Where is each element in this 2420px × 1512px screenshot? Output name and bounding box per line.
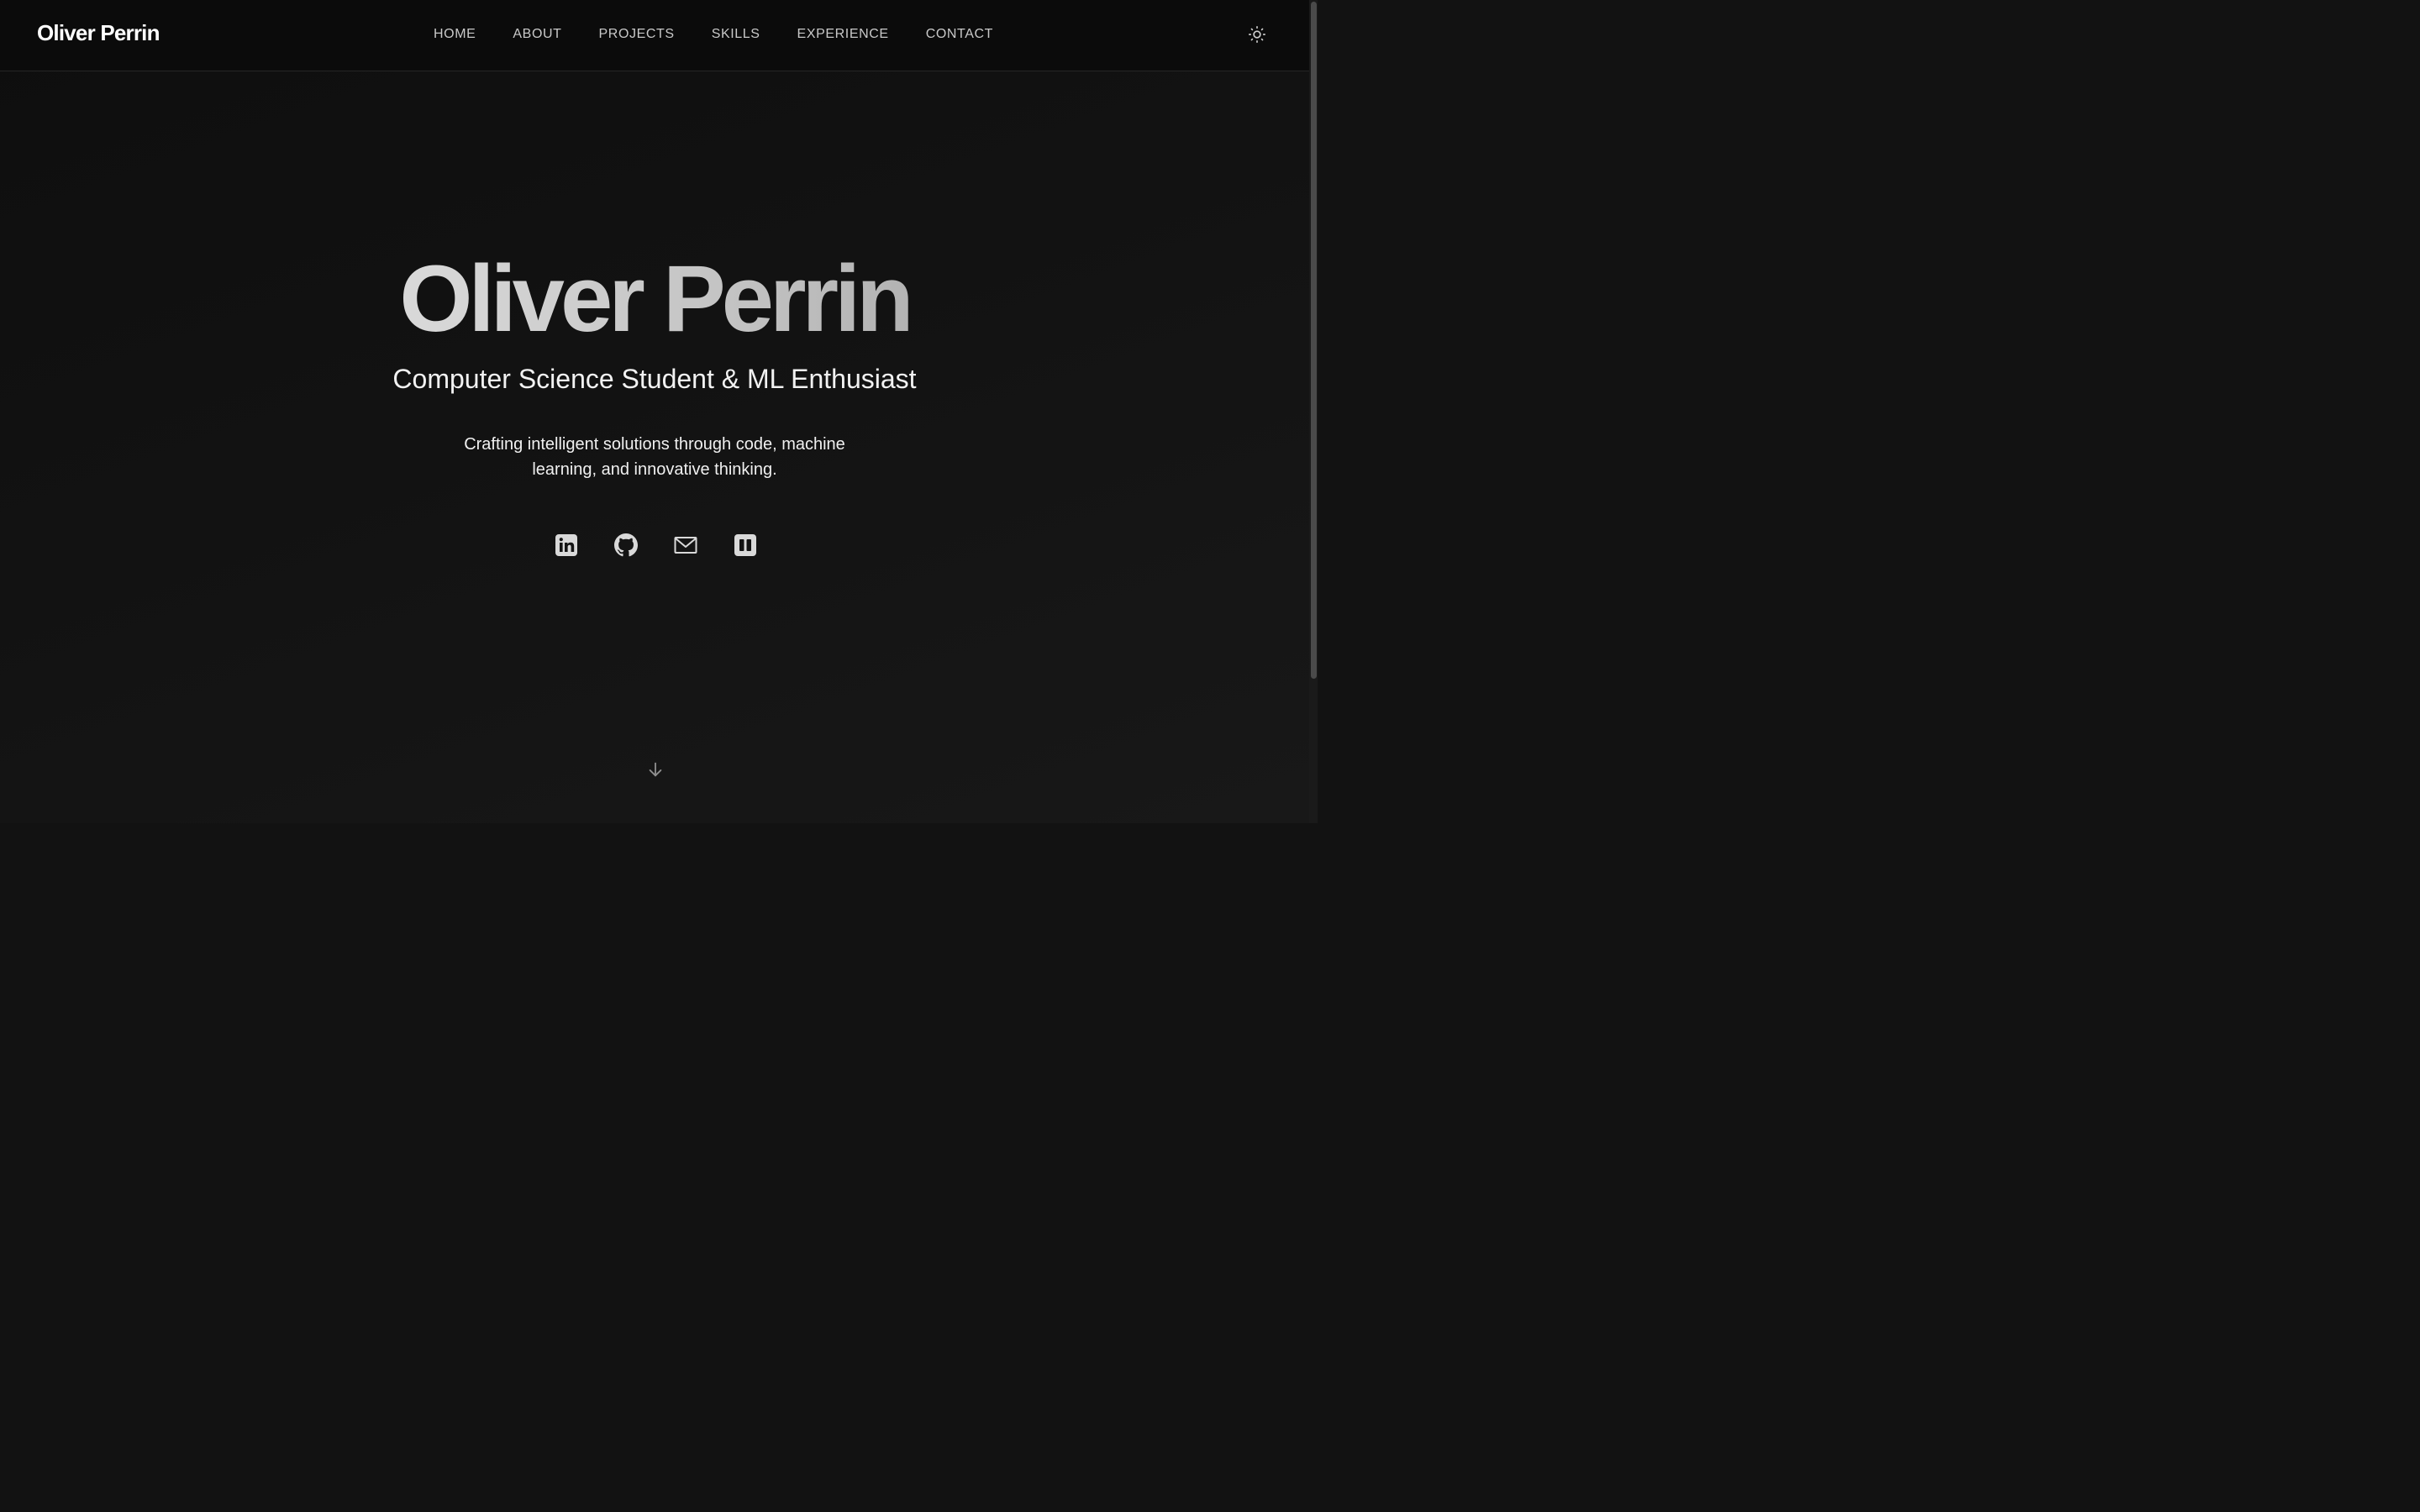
- mail-icon: [674, 537, 697, 554]
- github-icon: [614, 533, 638, 557]
- github-link[interactable]: [613, 531, 639, 559]
- page: Oliver Perrin HOME ABOUT PROJECTS SKILLS…: [0, 0, 1318, 823]
- scrollbar-thumb[interactable]: [1311, 2, 1317, 679]
- hero-subtitle: Computer Science Student & ML Enthusiast: [392, 364, 917, 394]
- navbar: Oliver Perrin HOME ABOUT PROJECTS SKILLS…: [0, 0, 1309, 71]
- arrow-down-icon: [649, 762, 662, 777]
- social-links: [553, 531, 759, 559]
- nav-home[interactable]: HOME: [434, 27, 476, 42]
- linkedin-icon: [555, 534, 577, 556]
- pause-square-icon: [734, 534, 756, 556]
- nav-about[interactable]: ABOUT: [513, 27, 561, 42]
- email-link[interactable]: [672, 531, 699, 559]
- hero-tagline-line1: Crafting intelligent solutions through c…: [464, 435, 845, 454]
- brand-logo[interactable]: Oliver Perrin: [37, 20, 160, 46]
- sun-icon: [1249, 26, 1265, 43]
- hero-tagline: Crafting intelligent solutions through c…: [445, 432, 865, 482]
- hero-name: Oliver Perrin: [0, 249, 1309, 349]
- nav-links: HOME ABOUT PROJECTS SKILLS EXPERIENCE CO…: [434, 27, 993, 42]
- theme-toggle-button[interactable]: [1245, 23, 1269, 46]
- linkedin-link[interactable]: [553, 531, 580, 559]
- nav-skills[interactable]: SKILLS: [712, 27, 760, 42]
- nav-contact[interactable]: CONTACT: [926, 27, 993, 42]
- hero-tagline-line2: learning, and innovative thinking.: [532, 460, 777, 479]
- nav-projects[interactable]: PROJECTS: [599, 27, 675, 42]
- nav-experience[interactable]: EXPERIENCE: [797, 27, 889, 42]
- extra-profile-link[interactable]: [732, 531, 759, 559]
- scroll-down-button[interactable]: [644, 759, 666, 780]
